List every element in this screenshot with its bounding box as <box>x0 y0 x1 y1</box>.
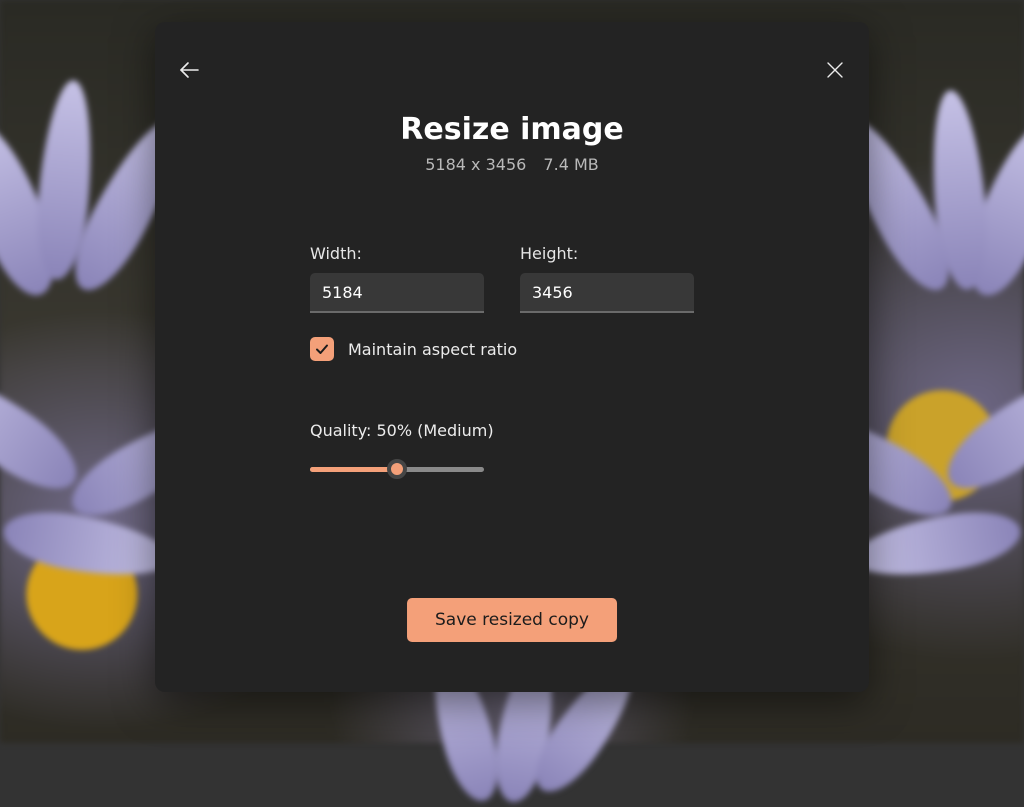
width-input[interactable] <box>310 273 484 313</box>
save-resized-copy-button[interactable]: Save resized copy <box>407 598 617 642</box>
quality-slider[interactable] <box>310 458 484 480</box>
current-dimensions: 5184 x 3456 <box>425 155 526 174</box>
current-filesize: 7.4 MB <box>543 155 598 174</box>
height-input[interactable] <box>520 273 694 313</box>
dialog-title: Resize image <box>155 112 869 147</box>
close-icon <box>826 61 844 79</box>
resize-dialog: Resize image 5184 x 3456 7.4 MB Width: H… <box>155 22 869 692</box>
dialog-subtitle: 5184 x 3456 7.4 MB <box>155 155 869 174</box>
aspect-ratio-label: Maintain aspect ratio <box>348 340 517 359</box>
close-button[interactable] <box>815 50 855 90</box>
aspect-ratio-checkbox[interactable] <box>310 337 334 361</box>
slider-fill <box>310 467 397 472</box>
quality-label: Quality: 50% (Medium) <box>310 421 710 440</box>
slider-thumb[interactable] <box>387 459 407 479</box>
height-label: Height: <box>520 244 694 263</box>
checkmark-icon <box>314 341 330 357</box>
back-button[interactable] <box>169 50 209 90</box>
arrow-left-icon <box>177 58 201 82</box>
width-label: Width: <box>310 244 484 263</box>
